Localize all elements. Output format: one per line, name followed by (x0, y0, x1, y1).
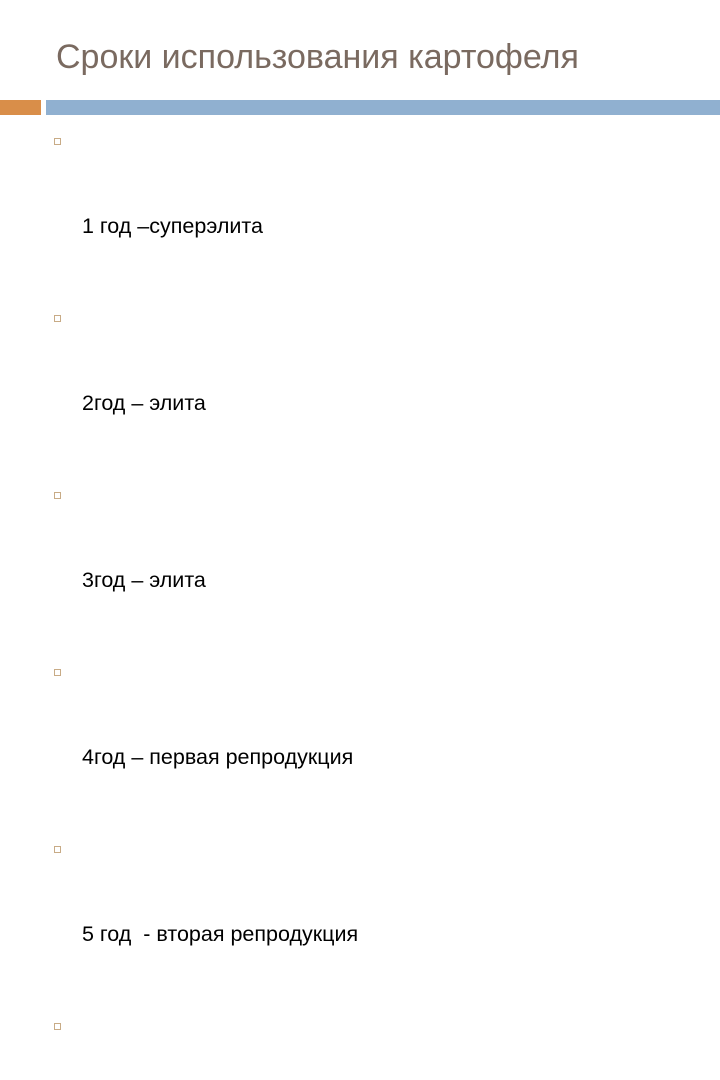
slide: Сроки использования картофеля 1 год –суп… (0, 0, 720, 1030)
title-divider (0, 100, 720, 115)
list-item: 5 год - вторая репродукция (48, 836, 688, 1004)
list-item-label: 5 год - вторая репродукция (82, 922, 359, 946)
list-item-label: 3год – элита (82, 568, 206, 592)
list-item: На этом использование данного семенного … (48, 1013, 688, 1080)
divider-accent-block (0, 100, 41, 115)
list-item: 3год – элита (48, 482, 688, 650)
hollow-square-bullet-icon (54, 846, 61, 853)
list-item-label: 2год – элита (82, 391, 206, 415)
bullet-list: 1 год –суперэлита 2год – элита 3год – эл… (48, 128, 688, 1080)
hollow-square-bullet-icon (54, 138, 61, 145)
list-item: 1 год –суперэлита (48, 128, 688, 296)
list-item-label: 4год – первая репродукция (82, 745, 354, 769)
hollow-square-bullet-icon (54, 315, 61, 322)
list-item: 4год – первая репродукция (48, 659, 688, 827)
hollow-square-bullet-icon (54, 492, 61, 499)
list-item-label: 1 год –суперэлита (82, 214, 263, 238)
list-item: 2год – элита (48, 305, 688, 473)
page-title: Сроки использования картофеля (56, 37, 579, 76)
divider-bar (46, 100, 720, 115)
hollow-square-bullet-icon (54, 1023, 61, 1030)
hollow-square-bullet-icon (54, 669, 61, 676)
